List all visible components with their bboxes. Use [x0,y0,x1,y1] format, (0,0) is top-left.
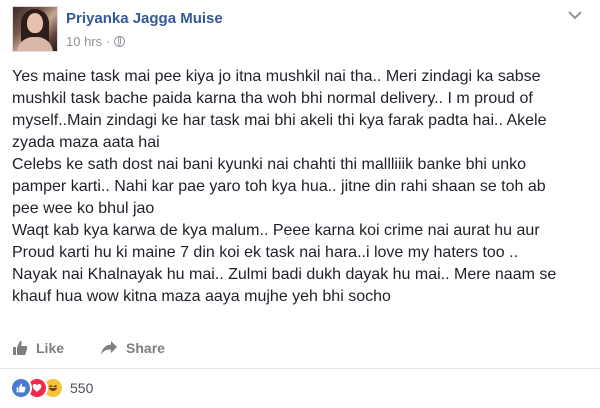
post-actions: Like Share [12,334,588,362]
thumbs-up-icon [13,341,28,355]
post-line: Nayak nai Khalnayak hu mai.. Zulmi badi … [12,266,557,283]
like-button[interactable]: Like [12,340,64,356]
meta-separator: · [106,34,111,49]
share-button[interactable]: Share [100,340,165,356]
reaction-count: 550 [70,380,94,396]
post-line: zyada maza aata hai [12,134,160,151]
post-line: Waqt kab kya karwa de kya malum.. Peee k… [12,222,540,239]
post-line: pamper karti.. Nahi kar pae yaro toh kya… [12,178,546,195]
post-line: myself..Main zindagi ke har task mai bhi… [12,112,547,129]
post-line: Yes maine task mai pee kiya jo itna mush… [12,68,541,85]
post-line: mushkil task bache paida karna tha woh b… [12,90,533,107]
post-header: Priyanka Jagga Muise 10 hrs · [12,6,588,54]
chevron-down-icon[interactable] [568,10,582,20]
divider [0,368,600,369]
reactions-summary[interactable]: 550 [10,377,93,399]
share-arrow-icon [101,341,118,355]
facebook-post: Priyanka Jagga Muise 10 hrs · Yes maine … [0,0,600,408]
author-name[interactable]: Priyanka Jagga Muise [66,10,223,27]
share-label: Share [126,340,165,356]
post-line: Proud karti hu ki maine 7 din koi ek tas… [12,244,519,261]
avatar[interactable] [12,6,58,52]
post-meta: 10 hrs · [66,34,126,49]
like-reaction-icon [10,377,32,399]
post-line: pee wee ko bhul jao [12,200,155,217]
like-label: Like [36,340,65,356]
globe-icon[interactable] [114,36,126,47]
post-line: khauf hua wow kitna maza aaya mujhe yeh … [12,288,391,305]
timestamp[interactable]: 10 hrs [66,34,102,49]
post-body: Yes maine task mai pee kiya jo itna mush… [12,66,592,308]
post-line: Celebs ke sath dost nai bani kyunki nai … [12,156,527,173]
